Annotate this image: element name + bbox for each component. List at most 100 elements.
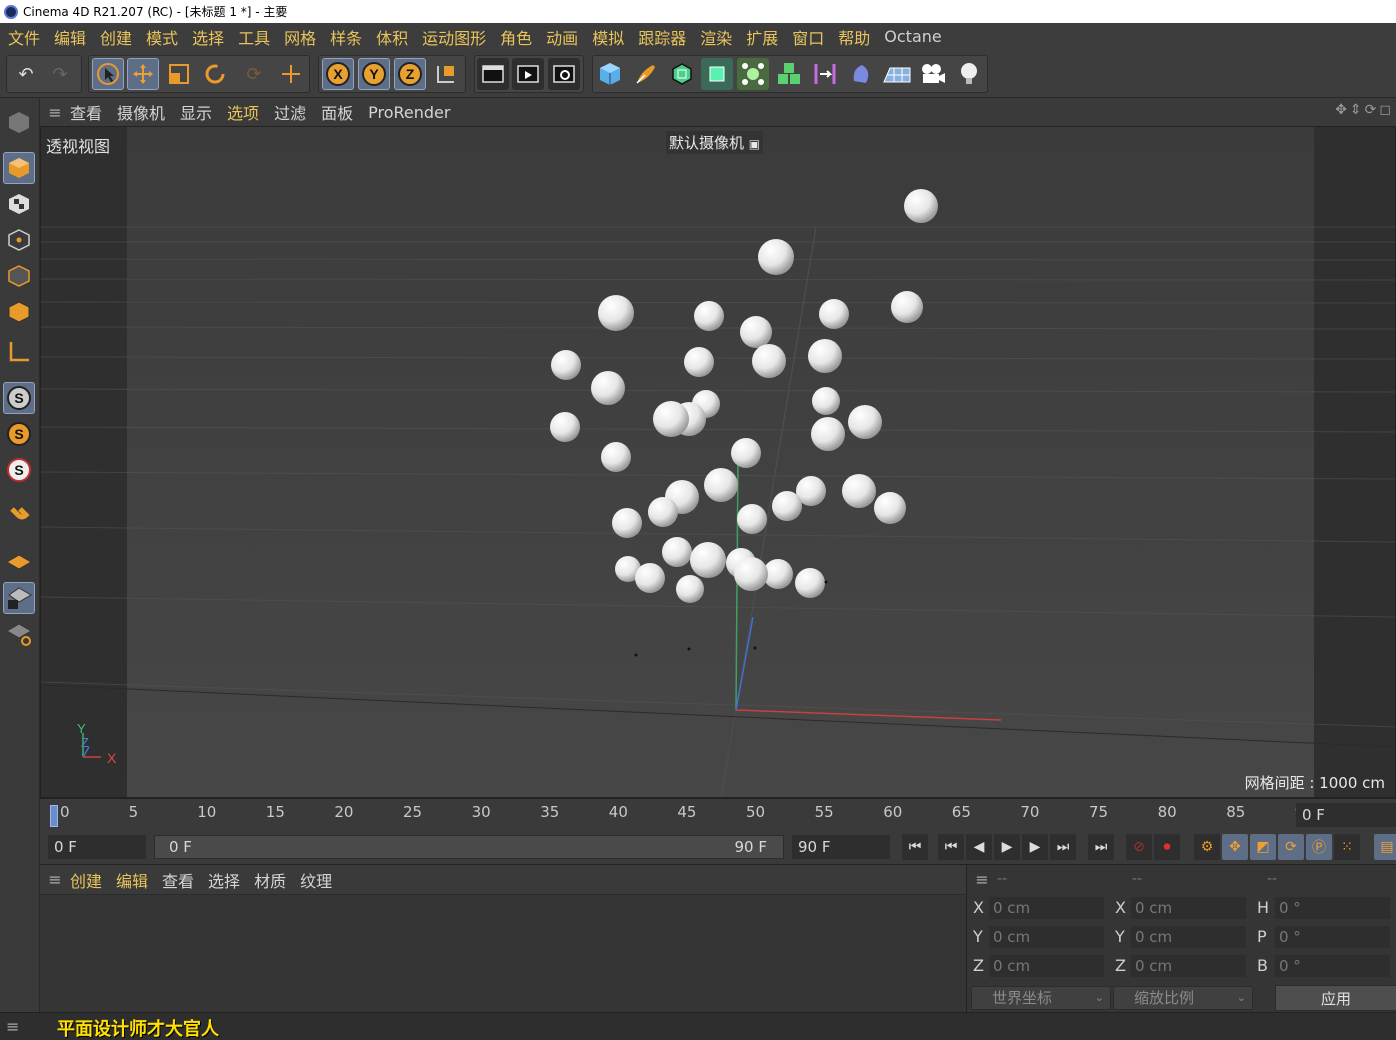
menu-tracker[interactable]: 跟踪器 — [638, 25, 686, 49]
extrude-icon[interactable] — [701, 58, 733, 90]
menu-file[interactable]: 文件 — [8, 25, 40, 49]
timeline-ruler[interactable]: 051015202530354045505560657075808590 0 F — [40, 798, 1396, 830]
playhead-marker[interactable] — [50, 805, 58, 827]
key-parameter-icon[interactable]: Ⓟ — [1306, 834, 1332, 860]
last-tool-icon[interactable] — [275, 58, 307, 90]
array-icon[interactable] — [773, 58, 805, 90]
camera-icon[interactable] — [917, 58, 949, 90]
end-frame-field[interactable]: 90 F — [792, 835, 890, 859]
texture-mode-icon[interactable] — [3, 188, 35, 220]
previous-key-icon[interactable]: ⏮ — [938, 834, 964, 860]
menu-mode[interactable]: 模式 — [146, 25, 178, 49]
rotate-icon[interactable] — [199, 58, 231, 90]
menu-octane[interactable]: Octane — [884, 27, 941, 46]
next-frame-icon[interactable]: ▶ — [1022, 834, 1048, 860]
edges-mode-icon[interactable] — [3, 260, 35, 292]
start-frame-field[interactable]: 0 F — [48, 835, 146, 859]
viewport-menu-filter[interactable]: 过滤 — [274, 100, 306, 124]
lock-workplane-icon[interactable] — [3, 582, 35, 614]
subdivision-icon[interactable] — [666, 58, 698, 90]
menu-volume[interactable]: 体积 — [376, 25, 408, 49]
record-keys-icon[interactable]: ⊘ — [1126, 834, 1152, 860]
undo-icon[interactable]: ↶ — [10, 58, 42, 90]
size-y-field[interactable]: 0 cm — [1131, 926, 1246, 948]
viewport-menu-view[interactable]: 查看 — [70, 100, 102, 124]
make-editable-icon[interactable] — [3, 106, 35, 138]
scale-icon[interactable] — [163, 58, 195, 90]
menu-character[interactable]: 角色 — [500, 25, 532, 49]
next-key-icon[interactable]: ⏭ — [1050, 834, 1076, 860]
previous-frame-icon[interactable]: ◀ — [966, 834, 992, 860]
redo-icon[interactable]: ↷ — [44, 58, 76, 90]
coordinate-system-icon[interactable] — [430, 58, 462, 90]
position-z-field[interactable]: 0 cm — [989, 955, 1104, 977]
menu-help[interactable]: 帮助 — [838, 25, 870, 49]
keyframe-selection-icon[interactable]: ⚙ — [1194, 834, 1220, 860]
viewport-menu-options[interactable]: 选项 — [227, 100, 259, 124]
play-icon[interactable]: ▶ — [994, 834, 1020, 860]
perspective-viewport[interactable]: YZ X 透视视图 默认摄像机 ▣ 网格间距 : 1000 cm — [40, 126, 1396, 798]
menu-create[interactable]: 创建 — [100, 25, 132, 49]
viewport-menu-display[interactable]: 显示 — [180, 100, 212, 124]
points-mode-icon[interactable] — [3, 224, 35, 256]
render-picture-viewer-icon[interactable] — [512, 58, 544, 90]
position-x-field[interactable]: 0 cm — [989, 897, 1104, 919]
go-to-end-icon[interactable]: ⏭ — [1088, 834, 1114, 860]
camera-label[interactable]: 默认摄像机 ▣ — [666, 131, 764, 154]
menu-extensions[interactable]: 扩展 — [746, 25, 778, 49]
material-menu-edit[interactable]: 编辑 — [116, 868, 148, 892]
material-menu-texture[interactable]: 纹理 — [300, 868, 332, 892]
coords-hamburger-icon[interactable]: ≡ — [967, 870, 997, 889]
coord-mode-dropdown[interactable]: 世界坐标 ⌄ — [971, 986, 1111, 1010]
viewport-menu-prorender[interactable]: ProRender — [368, 103, 450, 122]
menu-select[interactable]: 选择 — [192, 25, 224, 49]
light-icon[interactable] — [953, 58, 985, 90]
material-menu-select[interactable]: 选择 — [208, 868, 240, 892]
select-cursor-icon[interactable] — [92, 58, 124, 90]
floor-icon[interactable] — [881, 58, 913, 90]
key-position-icon[interactable]: ✥ — [1222, 834, 1248, 860]
snap-icon[interactable]: S — [3, 382, 35, 414]
viewport-menu-cameras[interactable]: 摄像机 — [117, 100, 165, 124]
deformer-icon[interactable] — [845, 58, 877, 90]
move-icon[interactable] — [127, 58, 159, 90]
z-axis-icon[interactable]: Z — [394, 58, 426, 90]
x-axis-icon[interactable]: X — [322, 58, 354, 90]
rotation-h-field[interactable]: 0 ° — [1275, 897, 1390, 919]
quantize-icon[interactable]: S — [3, 454, 35, 486]
viewport-menu-hamburger-icon[interactable]: ≡ — [40, 103, 70, 122]
recent-tool-icon[interactable]: ⟳ — [238, 58, 270, 90]
align-workplane-icon[interactable] — [3, 618, 35, 650]
render-view-icon[interactable] — [477, 58, 509, 90]
menu-animate[interactable]: 动画 — [546, 25, 578, 49]
key-scale-icon[interactable]: ◩ — [1250, 834, 1276, 860]
scheme-icon[interactable]: ▤ — [1374, 834, 1396, 860]
key-pla-icon[interactable]: ⁙ — [1334, 834, 1360, 860]
menu-simulate[interactable]: 模拟 — [592, 25, 624, 49]
render-settings-icon[interactable] — [548, 58, 580, 90]
workplane-snap-icon[interactable]: S — [3, 418, 35, 450]
cloner-icon[interactable] — [737, 58, 769, 90]
go-to-start-icon[interactable]: ⏮ — [902, 834, 928, 860]
material-menu-hamburger-icon[interactable]: ≡ — [40, 870, 70, 889]
rotation-b-field[interactable]: 0 ° — [1275, 955, 1390, 977]
status-hamburger-icon[interactable]: ≡ — [6, 1017, 19, 1036]
menu-spline[interactable]: 样条 — [330, 25, 362, 49]
y-axis-icon[interactable]: Y — [358, 58, 390, 90]
rotation-p-field[interactable]: 0 ° — [1275, 926, 1390, 948]
menu-mograph[interactable]: 运动图形 — [422, 25, 486, 49]
material-menu-create[interactable]: 创建 — [70, 868, 102, 892]
workplane-icon[interactable] — [3, 546, 35, 578]
position-y-field[interactable]: 0 cm — [989, 926, 1104, 948]
current-frame-field[interactable]: 0 F — [1296, 803, 1396, 827]
magnet-icon[interactable] — [3, 500, 35, 532]
cube-icon[interactable] — [594, 58, 626, 90]
size-x-field[interactable]: 0 cm — [1131, 897, 1246, 919]
viewport-menu-panel[interactable]: 面板 — [321, 100, 353, 124]
scale-mode-dropdown[interactable]: 缩放比例 ⌄ — [1113, 986, 1253, 1010]
key-rotation-icon[interactable]: ⟳ — [1278, 834, 1304, 860]
menu-window[interactable]: 窗口 — [792, 25, 824, 49]
viewport-nav-icons[interactable]: ✥⇕⟳◻ — [1335, 102, 1394, 118]
material-menu-view[interactable]: 查看 — [162, 868, 194, 892]
menu-edit[interactable]: 编辑 — [54, 25, 86, 49]
